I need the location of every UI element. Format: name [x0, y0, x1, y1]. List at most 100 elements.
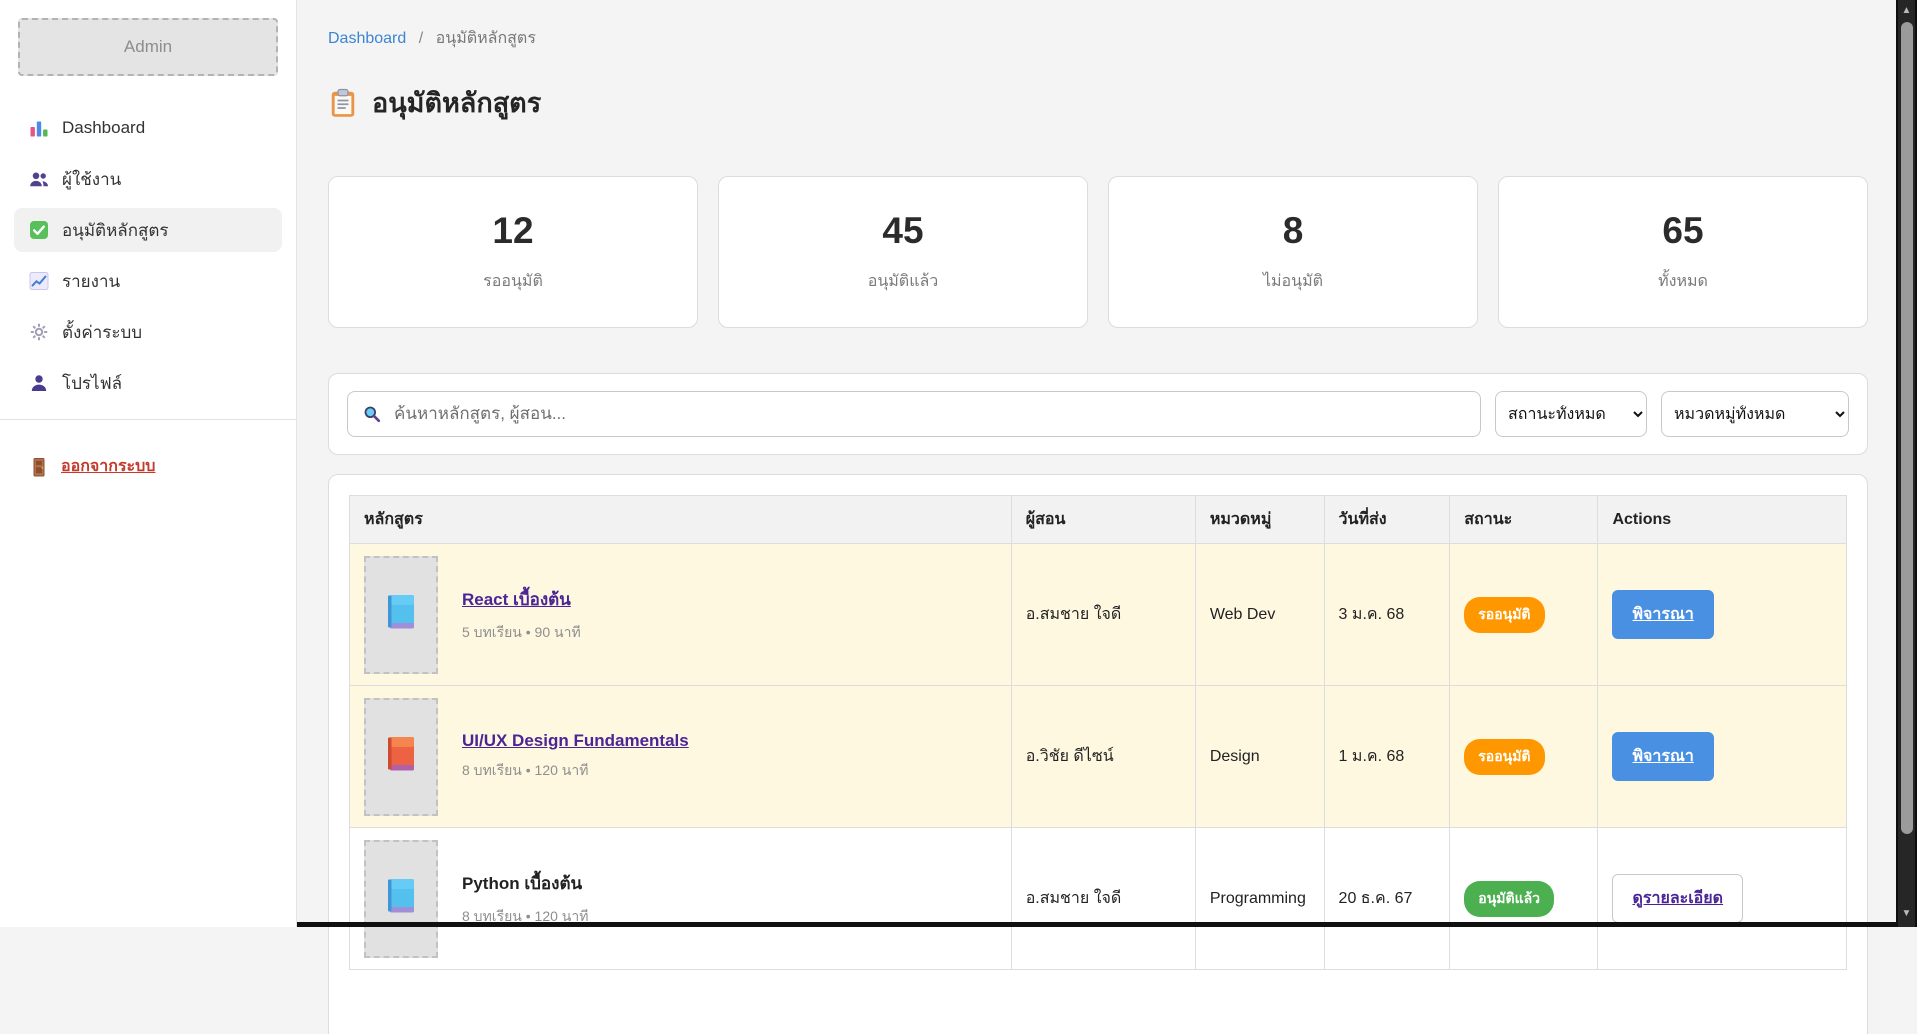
sidebar-item-label: โปรไฟล์	[62, 370, 122, 397]
logout-label: ออกจากระบบ	[61, 454, 155, 479]
main-content: Dashboard / อนุมัติหลักสูตร อนุมัติหลักส…	[297, 0, 1896, 927]
search-input[interactable]	[392, 403, 1466, 425]
stat-value: 45	[882, 210, 923, 252]
instructor-cell: อ.วิชัย ดีไซน์	[1011, 686, 1195, 828]
filter-panel: สถานะทั้งหมด หมวดหมู่ทั้งหมด	[328, 373, 1868, 455]
sidebar-item-dashboard[interactable]: Dashboard	[14, 106, 282, 150]
sidebar-item-label: อนุมัติหลักสูตร	[62, 217, 169, 244]
status-badge: รออนุมัติ	[1464, 739, 1544, 775]
table-body: React เบื้องต้น 5 บทเรียน • 90 นาที อ.สม…	[350, 544, 1847, 970]
category-cell: Web Dev	[1195, 544, 1324, 686]
stat-card: 65 ทั้งหมด	[1498, 176, 1868, 328]
sidebar-item-label: รายงาน	[62, 268, 120, 295]
page-title-text: อนุมัติหลักสูตร	[372, 81, 541, 124]
page-scrollbar[interactable]: ▲ ▼	[1896, 0, 1917, 927]
courses-table-panel: หลักสูตร ผู้สอน หมวดหมู่ วันที่ส่ง สถานะ…	[328, 474, 1868, 1034]
stat-label: ไม่อนุมัติ	[1263, 269, 1323, 294]
sidebar-item-profile[interactable]: โปรไฟล์	[14, 361, 282, 405]
date-cell: 1 ม.ค. 68	[1324, 686, 1450, 828]
sidebar-nav: Dashboard ผู้ใช้งาน อนุมัติหลักสูตร รายง…	[0, 106, 296, 405]
stat-card: 12 รออนุมัติ	[328, 176, 698, 328]
scrollbar-down-arrow[interactable]: ▼	[1898, 909, 1915, 919]
stat-value: 8	[1283, 210, 1304, 252]
sidebar-item-settings[interactable]: ตั้งค่าระบบ	[14, 310, 282, 354]
sidebar-item-users[interactable]: ผู้ใช้งาน	[14, 157, 282, 201]
stat-card: 8 ไม่อนุมัติ	[1108, 176, 1478, 328]
table-row: React เบื้องต้น 5 บทเรียน • 90 นาที อ.สม…	[350, 544, 1847, 686]
bottom-window-edge	[297, 922, 1917, 927]
date-cell: 20 ธ.ค. 67	[1324, 828, 1450, 970]
check-square-icon	[29, 220, 49, 240]
category-cell: Programming	[1195, 828, 1324, 970]
course-thumbnail	[364, 840, 438, 958]
admin-logo-label: Admin	[124, 37, 172, 57]
courses-table: หลักสูตร ผู้สอน หมวดหมู่ วันที่ส่ง สถานะ…	[349, 495, 1847, 970]
gear-icon	[29, 322, 49, 342]
sidebar-item-label: ตั้งค่าระบบ	[62, 319, 142, 346]
stat-label: อนุมัติแล้ว	[868, 269, 939, 294]
table-row: Python เบื้องต้น 8 บทเรียน • 120 นาที อ.…	[350, 828, 1847, 970]
status-badge: รออนุมัติ	[1464, 597, 1544, 633]
header-status: สถานะ	[1450, 496, 1598, 544]
breadcrumb: Dashboard / อนุมัติหลักสูตร	[328, 26, 1868, 51]
action-button[interactable]: พิจารณา	[1612, 732, 1713, 781]
table-header-row: หลักสูตร ผู้สอน หมวดหมู่ วันที่ส่ง สถานะ…	[350, 496, 1847, 544]
status-filter-select[interactable]: สถานะทั้งหมด	[1495, 391, 1647, 437]
bar-chart-icon	[29, 118, 49, 138]
logout-button[interactable]: ออกจากระบบ	[14, 454, 282, 479]
course-cell: UI/UX Design Fundamentals 8 บทเรียน • 12…	[364, 698, 997, 816]
action-button[interactable]: พิจารณา	[1612, 590, 1713, 639]
sidebar-divider	[0, 419, 296, 420]
sidebar: Admin Dashboard ผู้ใช้งาน อนุมัติหลักสูต…	[0, 0, 297, 927]
category-cell: Design	[1195, 686, 1324, 828]
table-row: UI/UX Design Fundamentals 8 บทเรียน • 12…	[350, 686, 1847, 828]
stat-card: 45 อนุมัติแล้ว	[718, 176, 1088, 328]
users-icon	[29, 169, 49, 189]
course-cell: Python เบื้องต้น 8 บทเรียน • 120 นาที	[364, 840, 997, 958]
stat-value: 65	[1662, 210, 1703, 252]
header-actions: Actions	[1598, 496, 1847, 544]
breadcrumb-current: อนุมัติหลักสูตร	[436, 30, 536, 47]
action-button[interactable]: ดูรายละเอียด	[1612, 874, 1743, 923]
scrollbar-thumb[interactable]	[1901, 22, 1913, 834]
instructor-cell: อ.สมชาย ใจดี	[1011, 828, 1195, 970]
header-course: หลักสูตร	[350, 496, 1012, 544]
search-icon	[362, 404, 382, 424]
course-title[interactable]: React เบื้องต้น	[462, 586, 581, 613]
book-blue-icon	[386, 594, 416, 635]
header-date: วันที่ส่ง	[1324, 496, 1450, 544]
course-meta: 8 บทเรียน • 120 นาที	[462, 760, 689, 782]
course-thumbnail	[364, 556, 438, 674]
stat-label: รออนุมัติ	[483, 269, 543, 294]
book-blue-icon	[386, 878, 416, 919]
sidebar-item-label: ผู้ใช้งาน	[62, 166, 121, 193]
date-cell: 3 ม.ค. 68	[1324, 544, 1450, 686]
stat-cards: 12 รออนุมัติ 45 อนุมัติแล้ว 8 ไม่อนุมัติ…	[328, 176, 1868, 328]
instructor-cell: อ.สมชาย ใจดี	[1011, 544, 1195, 686]
page-title: อนุมัติหลักสูตร	[328, 81, 1868, 124]
breadcrumb-dashboard-link[interactable]: Dashboard	[328, 30, 406, 47]
book-red-icon	[386, 736, 416, 777]
header-category: หมวดหมู่	[1195, 496, 1324, 544]
status-badge: อนุมัติแล้ว	[1464, 881, 1554, 917]
course-cell: React เบื้องต้น 5 บทเรียน • 90 นาที	[364, 556, 997, 674]
sidebar-item-reports[interactable]: รายงาน	[14, 259, 282, 303]
header-instructor: ผู้สอน	[1011, 496, 1195, 544]
course-thumbnail	[364, 698, 438, 816]
line-chart-icon	[29, 271, 49, 291]
course-meta: 5 บทเรียน • 90 นาที	[462, 622, 581, 644]
scrollbar-up-arrow[interactable]: ▲	[1898, 6, 1915, 16]
course-title: Python เบื้องต้น	[462, 870, 588, 897]
course-title[interactable]: UI/UX Design Fundamentals	[462, 731, 689, 751]
sidebar-item-label: Dashboard	[62, 118, 145, 138]
admin-logo-box: Admin	[18, 18, 278, 76]
search-box	[347, 391, 1481, 437]
stat-value: 12	[492, 210, 533, 252]
category-filter-select[interactable]: หมวดหมู่ทั้งหมด	[1661, 391, 1849, 437]
breadcrumb-separator: /	[419, 30, 423, 47]
door-icon	[29, 457, 49, 477]
sidebar-item-approve-courses[interactable]: อนุมัติหลักสูตร	[14, 208, 282, 252]
clipboard-icon	[328, 88, 358, 118]
stat-label: ทั้งหมด	[1658, 269, 1708, 294]
user-icon	[29, 373, 49, 393]
